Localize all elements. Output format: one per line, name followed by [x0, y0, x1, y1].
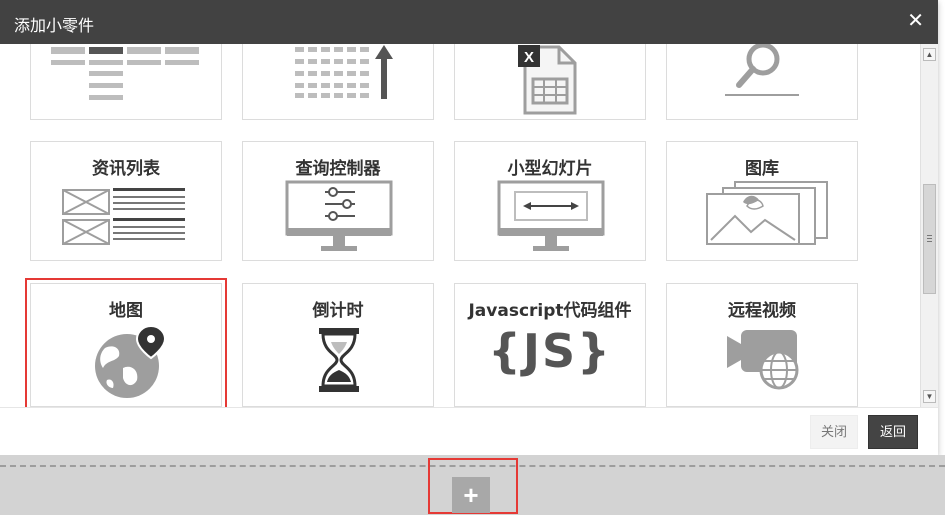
grip-line [927, 238, 932, 239]
gallery-icon [706, 181, 828, 245]
mini-slideshow-icon [497, 180, 605, 251]
widget-tile-sort[interactable] [242, 44, 434, 120]
vertical-scrollbar[interactable]: ▲ ▼ [920, 44, 938, 407]
widget-label: 地图 [109, 301, 143, 321]
grip-line [927, 235, 932, 236]
widget-tile-map[interactable]: 地图 [25, 278, 227, 407]
widget-tile-query-controller[interactable]: 查询控制器 [242, 141, 434, 261]
dialog-footer: 关闭 返回 [0, 407, 938, 455]
widget-tile-table[interactable] [30, 44, 222, 120]
add-widget-button[interactable]: + [452, 477, 490, 513]
grip-line [927, 241, 932, 242]
news-list-icon [62, 188, 185, 245]
widget-tile-javascript[interactable]: Javascript代码组件 {JS} [454, 283, 646, 407]
widget-label: 图库 [745, 159, 779, 179]
dialog-titlebar: 添加小零件 ✕ [0, 0, 938, 44]
widget-label: 资讯列表 [92, 159, 160, 179]
widget-label: 小型幻灯片 [507, 159, 593, 179]
widget-tile-remote-video[interactable]: 远程视频 [666, 283, 858, 407]
dialog-title: 添加小零件 [14, 16, 95, 35]
js-icon: {JS} [488, 324, 612, 378]
widget-tile-news-list[interactable]: 资讯列表 [30, 141, 222, 261]
excel-file-icon: X [518, 45, 577, 115]
scroll-down-icon[interactable]: ▼ [923, 390, 936, 403]
widget-label: 远程视频 [728, 301, 796, 321]
widget-label: 倒计时 [312, 301, 364, 321]
widget-label: Javascript代码组件 [468, 301, 632, 321]
widget-tile-gallery[interactable]: 图库 [666, 141, 858, 261]
add-widget-highlight: + [428, 458, 518, 514]
globe-map-icon [95, 324, 167, 398]
close-button[interactable]: 关闭 [810, 415, 858, 449]
widget-tile-excel[interactable]: X [454, 44, 646, 120]
remote-video-icon [727, 330, 799, 390]
search-icon [725, 44, 799, 96]
table-icon [51, 47, 199, 100]
widget-tile-countdown[interactable]: 倒计时 [242, 283, 434, 407]
back-button[interactable]: 返回 [868, 415, 918, 449]
hourglass-icon [319, 328, 359, 392]
add-widget-dialog: 添加小零件 ✕ X 资讯列表 查询控制器 小型幻灯片 图库 地图 倒计时 Jav… [0, 0, 938, 455]
query-controller-icon [285, 180, 393, 251]
excel-badge: X [524, 49, 534, 66]
widget-grid: X 资讯列表 查询控制器 小型幻灯片 图库 地图 倒计时 Javascript代… [0, 44, 920, 407]
scroll-up-icon[interactable]: ▲ [923, 48, 936, 61]
widget-tile-mini-slideshow[interactable]: 小型幻灯片 [454, 141, 646, 261]
sort-ascending-icon [295, 45, 393, 99]
scrollbar-thumb[interactable] [923, 184, 936, 294]
close-icon[interactable]: ✕ [907, 10, 924, 32]
widget-label: 查询控制器 [295, 159, 381, 179]
page-drop-area: + [0, 455, 945, 515]
widget-tile-search[interactable] [666, 44, 858, 120]
